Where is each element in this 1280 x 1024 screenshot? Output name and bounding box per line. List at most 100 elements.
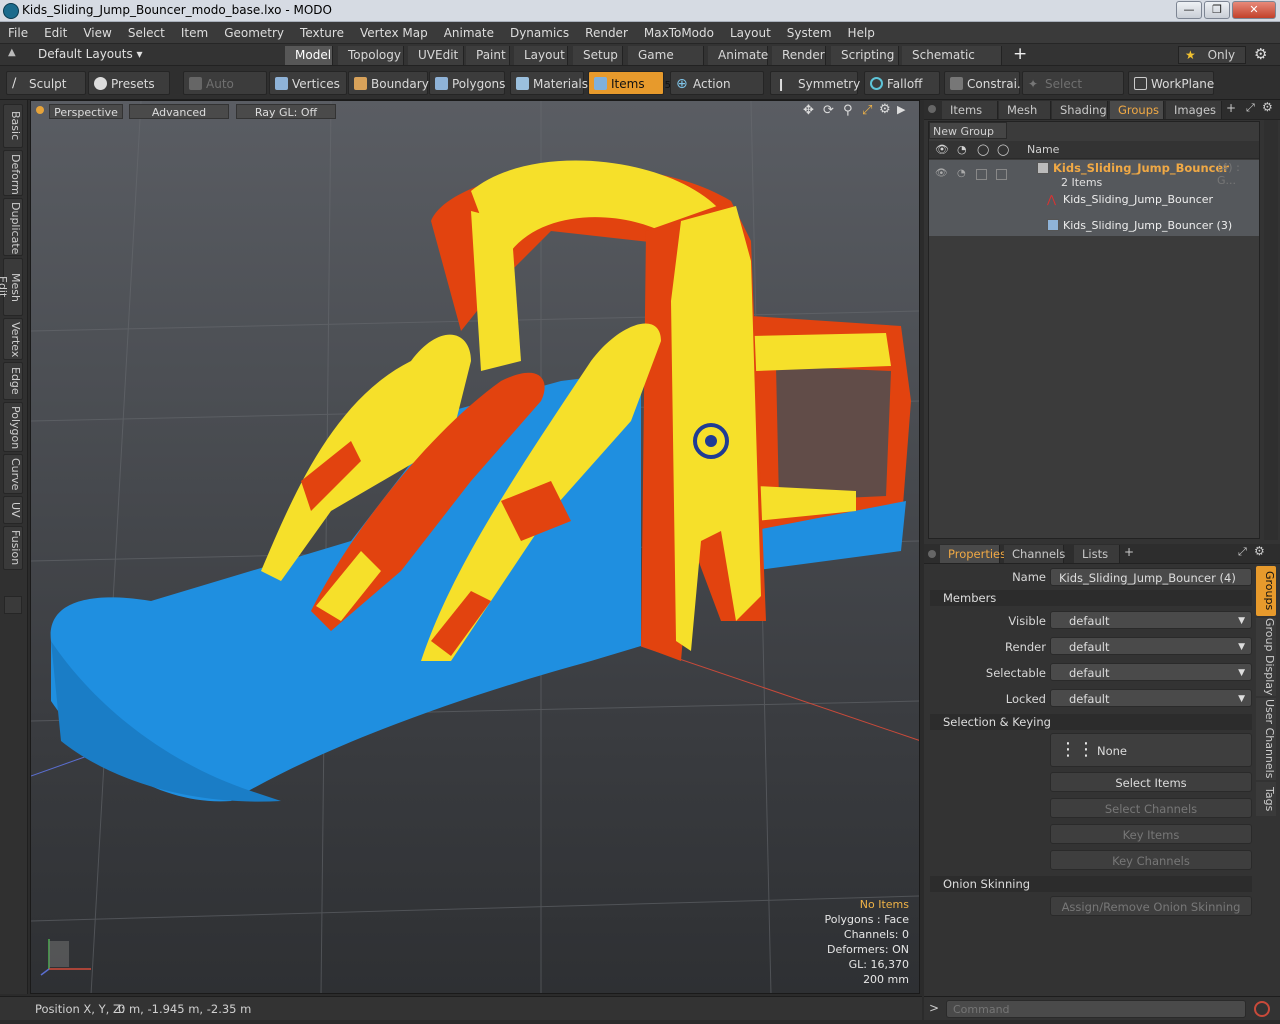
zoom-view-icon[interactable]: ⚲ bbox=[843, 103, 853, 118]
presets-button[interactable]: Presets bbox=[88, 71, 170, 95]
select-through-button[interactable]: ✦Select Through bbox=[1022, 71, 1124, 115]
panel-gear-icon[interactable]: ⚙ bbox=[1262, 100, 1273, 114]
maximize-button[interactable]: ❐ bbox=[1204, 1, 1230, 19]
menu-file[interactable]: File bbox=[0, 22, 36, 44]
menu-render[interactable]: Render bbox=[577, 22, 636, 44]
tab-properties[interactable]: Properties bbox=[940, 545, 1006, 563]
group-child-2[interactable]: Kids_Sliding_Jump_Bouncer (3) bbox=[1063, 219, 1232, 232]
tab-shading[interactable]: Shading bbox=[1052, 101, 1108, 119]
menu-dynamics[interactable]: Dynamics bbox=[502, 22, 577, 44]
tab-lists[interactable]: Lists bbox=[1074, 545, 1120, 563]
add-tab-button[interactable]: + bbox=[1013, 44, 1027, 64]
menu-animate[interactable]: Animate bbox=[436, 22, 502, 44]
group-lock-checkbox[interactable] bbox=[976, 169, 987, 180]
layout-preset-dropdown[interactable]: Default Layouts ▾ bbox=[38, 47, 143, 61]
menu-help[interactable]: Help bbox=[840, 22, 883, 44]
action-center-button[interactable]: ⊕Action Center bbox=[670, 71, 764, 115]
boundary-button[interactable]: Boundary bbox=[348, 71, 429, 95]
rotate-view-icon[interactable]: ⟳ bbox=[823, 103, 834, 118]
tab-channels[interactable]: Channels bbox=[1004, 545, 1065, 563]
name-field[interactable]: Kids_Sliding_Jump_Bouncer (4) bbox=[1050, 568, 1252, 586]
tab-uvedit[interactable]: UVEdit bbox=[408, 46, 464, 65]
tab-basic[interactable]: Basic bbox=[3, 104, 23, 148]
menu-vertex-map[interactable]: Vertex Map bbox=[352, 22, 436, 44]
expand-tabs-button[interactable] bbox=[4, 596, 22, 614]
side-tab-user-channels[interactable]: User Channels bbox=[1256, 698, 1276, 780]
viewport-menu-arrow-icon[interactable]: ▶ bbox=[897, 103, 905, 116]
tab-images[interactable]: Images bbox=[1166, 101, 1222, 119]
visible-select[interactable]: default ▼ bbox=[1050, 611, 1252, 629]
tab-edge[interactable]: Edge bbox=[3, 362, 23, 400]
menu-layout[interactable]: Layout bbox=[722, 22, 779, 44]
tab-setup[interactable]: Setup bbox=[573, 46, 623, 65]
menu-view[interactable]: View bbox=[75, 22, 119, 44]
tab-curve[interactable]: Curve bbox=[3, 454, 23, 494]
select-channels-button[interactable]: Select Channels bbox=[1050, 798, 1252, 818]
auto-select-button[interactable]: Auto Select bbox=[183, 71, 267, 115]
falloff-button[interactable]: Falloff bbox=[864, 71, 940, 95]
polygons-button[interactable]: Polygons bbox=[429, 71, 505, 95]
group-row[interactable]: 👁 ◔ Kids_Sliding_Jump_Bouncer (4) : G...… bbox=[929, 160, 1259, 218]
key-channels-button[interactable]: Key Channels bbox=[1050, 850, 1252, 870]
expand-panel-icon[interactable]: ⤢ bbox=[1246, 101, 1255, 115]
record-icon[interactable] bbox=[1254, 1001, 1270, 1017]
vertices-button[interactable]: Vertices1 bbox=[269, 71, 354, 95]
group-child-row[interactable]: Kids_Sliding_Jump_Bouncer (3) bbox=[929, 218, 1259, 236]
tab-animate[interactable]: Animate bbox=[708, 46, 768, 65]
close-button[interactable]: ✕ bbox=[1232, 1, 1276, 19]
tab-topology[interactable]: Topology bbox=[338, 46, 404, 65]
items-button[interactable]: Items 5 bbox=[588, 71, 671, 95]
menu-select[interactable]: Select bbox=[120, 22, 173, 44]
key-items-button[interactable]: Key Items bbox=[1050, 824, 1252, 844]
constraints-button[interactable]: Constrai... bbox=[944, 71, 1028, 95]
add-props-tab-button[interactable]: + bbox=[1124, 545, 1134, 559]
side-tab-groups[interactable]: Groups bbox=[1256, 566, 1276, 616]
props-gear-icon[interactable]: ⚙ bbox=[1254, 544, 1265, 558]
tab-fusion[interactable]: Fusion bbox=[3, 526, 23, 570]
materials-button[interactable]: Materials bbox=[510, 71, 588, 95]
members-section[interactable]: Members bbox=[930, 590, 1252, 606]
menu-item[interactable]: Item bbox=[173, 22, 216, 44]
gear-icon[interactable]: ⚙ bbox=[1254, 45, 1267, 63]
menu-geometry[interactable]: Geometry bbox=[216, 22, 292, 44]
menu-system[interactable]: System bbox=[779, 22, 840, 44]
props-expand-icon[interactable]: ⤢ bbox=[1238, 545, 1247, 559]
new-group-button[interactable]: New Group bbox=[929, 122, 1007, 139]
fit-view-icon[interactable]: ⤢ bbox=[862, 103, 872, 118]
add-right-tab-button[interactable]: + bbox=[1226, 101, 1236, 115]
move-view-icon[interactable]: ✥ bbox=[803, 103, 814, 118]
tab-mesh-edit[interactable]: Mesh Edit bbox=[0, 258, 23, 316]
selectable-select[interactable]: default ▼ bbox=[1050, 663, 1252, 681]
tab-uv[interactable]: UV bbox=[3, 496, 23, 524]
tab-duplicate[interactable]: Duplicate bbox=[3, 198, 23, 256]
selection-set-none[interactable]: ⋮⋮ None bbox=[1050, 733, 1252, 767]
group-select-checkbox[interactable] bbox=[996, 169, 1007, 180]
tab-groups[interactable]: Groups bbox=[1110, 101, 1164, 119]
tab-model[interactable]: Model bbox=[285, 46, 333, 65]
minimize-button[interactable]: — bbox=[1176, 1, 1202, 19]
onion-skinning-section[interactable]: Onion Skinning bbox=[930, 876, 1252, 892]
group-render-icon[interactable]: ◔ bbox=[957, 168, 966, 179]
tab-mesh[interactable]: Mesh ... bbox=[999, 101, 1051, 135]
tab-game-tools[interactable]: Game Tools bbox=[628, 46, 704, 81]
tab-polygon[interactable]: Polygon bbox=[3, 402, 23, 452]
raygl-button[interactable]: Ray GL: Off bbox=[236, 104, 336, 119]
tab-items[interactable]: Items bbox=[942, 101, 998, 119]
render-select[interactable]: default ▼ bbox=[1050, 637, 1252, 655]
menu-texture[interactable]: Texture bbox=[292, 22, 352, 44]
sculpt-button[interactable]: ∕ Sculpt bbox=[6, 71, 86, 95]
symmetry-button[interactable]: ❙ Symmetry bbox=[770, 71, 860, 95]
command-input[interactable] bbox=[946, 1000, 1246, 1018]
tab-scripting[interactable]: Scripting bbox=[831, 46, 899, 65]
layout-up-icon[interactable]: ▲ bbox=[8, 47, 20, 61]
menu-maxtomodo[interactable]: MaxToModo bbox=[636, 22, 722, 44]
tab-layout[interactable]: Layout bbox=[514, 46, 568, 65]
group-eye-icon[interactable]: 👁 bbox=[935, 168, 948, 179]
groups-scrollbar[interactable] bbox=[1264, 120, 1278, 540]
tab-vertex[interactable]: Vertex bbox=[3, 318, 23, 360]
viewport-gear-icon[interactable]: ⚙ bbox=[879, 102, 891, 117]
side-tab-tags[interactable]: Tags bbox=[1256, 782, 1276, 816]
side-tab-group-display[interactable]: Group Display bbox=[1256, 618, 1276, 696]
selection-keying-section[interactable]: Selection & Keying bbox=[930, 714, 1252, 730]
menu-edit[interactable]: Edit bbox=[36, 22, 75, 44]
